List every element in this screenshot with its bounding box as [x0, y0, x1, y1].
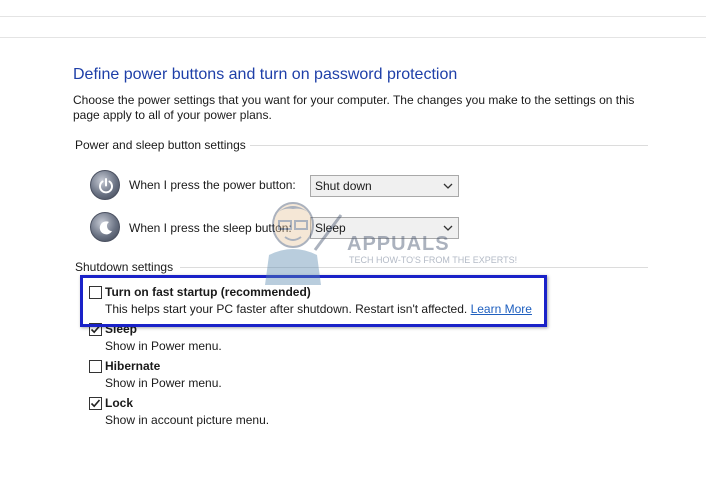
sleep-button-select[interactable]: Sleep — [310, 217, 459, 239]
hibernate-checkbox[interactable] — [89, 360, 102, 373]
sleep-button-label: When I press the sleep button: — [129, 221, 292, 235]
power-button-select-value: Shut down — [315, 179, 372, 193]
highlight-box — [80, 275, 547, 327]
sleep-option-desc: Show in Power menu. — [105, 339, 222, 353]
watermark-tagline: TECH HOW-TO'S FROM THE EXPERTS! — [349, 255, 518, 265]
top-divider-2 — [0, 37, 706, 38]
appuals-watermark: APPUALS TECH HOW-TO'S FROM THE EXPERTS! — [255, 195, 517, 285]
chevron-down-icon — [443, 225, 453, 231]
page-title: Define power buttons and turn on passwor… — [73, 66, 458, 83]
power-button-label: When I press the power button: — [129, 178, 296, 192]
lock-option-title: Lock — [105, 396, 134, 410]
lock-checkbox[interactable] — [89, 397, 102, 410]
chevron-down-icon — [443, 183, 453, 189]
shutdown-group-label: Shutdown settings — [75, 260, 174, 274]
power-icon — [90, 170, 120, 200]
page-description: Choose the power settings that you want … — [73, 93, 635, 122]
lock-option-desc: Show in account picture menu. — [105, 413, 270, 427]
sleep-icon — [90, 212, 120, 242]
mascot-icon — [265, 202, 343, 285]
top-divider — [0, 16, 706, 17]
power-sleep-group-label: Power and sleep button settings — [75, 138, 246, 152]
shutdown-group-line — [180, 267, 648, 268]
checkmark-icon — [90, 399, 101, 408]
power-sleep-group-line — [250, 145, 648, 146]
sleep-button-select-value: Sleep — [315, 221, 346, 235]
hibernate-option-title: Hibernate — [105, 359, 161, 373]
hibernate-option-desc: Show in Power menu. — [105, 376, 222, 390]
power-button-select[interactable]: Shut down — [310, 175, 459, 197]
